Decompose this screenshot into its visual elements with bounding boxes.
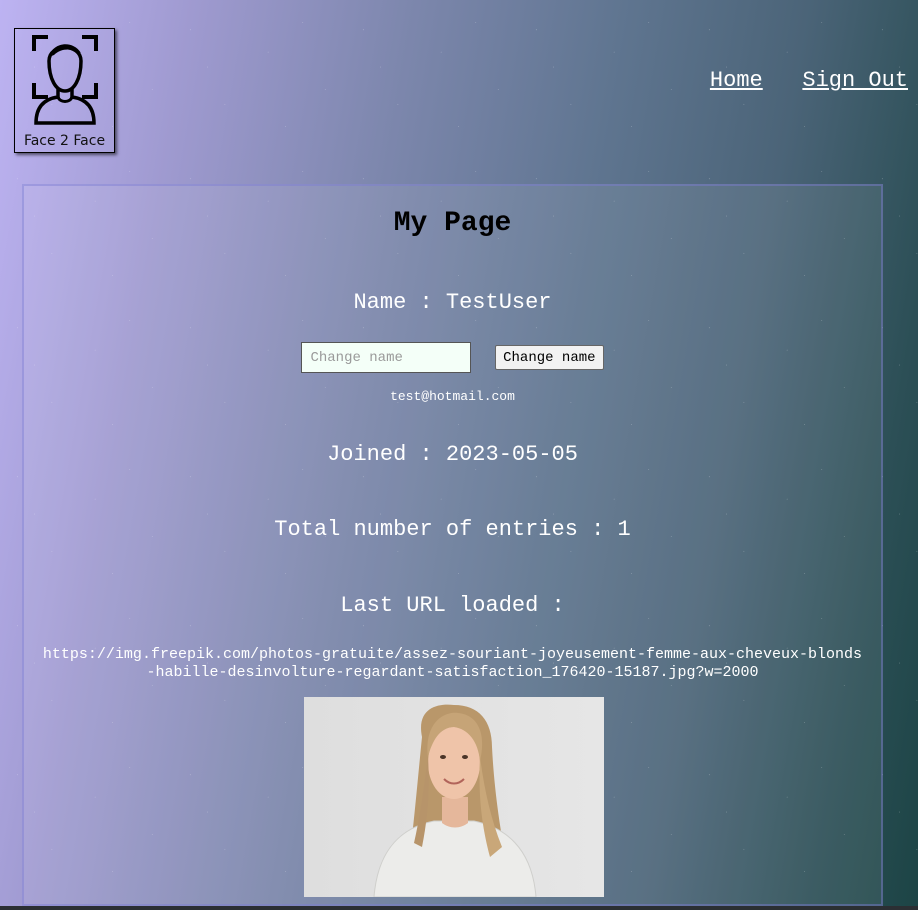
page-title: My Page xyxy=(393,208,512,239)
nav-sign-out-link[interactable]: Sign Out xyxy=(802,68,908,93)
logo-text: Face 2 Face xyxy=(23,133,106,149)
user-name: Name : TestUser xyxy=(353,290,552,315)
portrait-photo xyxy=(304,697,604,897)
top-nav: Home Sign Out xyxy=(680,68,908,93)
portrait-illustration xyxy=(304,697,604,897)
change-name-input[interactable] xyxy=(301,342,472,373)
window-bottom-border xyxy=(0,906,918,910)
app-logo[interactable]: Face 2 Face xyxy=(14,28,115,153)
nav-home-link[interactable]: Home xyxy=(710,68,763,93)
face-scan-icon xyxy=(31,35,98,125)
user-email: test@hotmail.com xyxy=(390,389,515,404)
change-name-button[interactable]: Change name xyxy=(495,345,604,370)
last-url-value: https://img.freepik.com/photos-gratuite/… xyxy=(42,646,863,681)
joined-date: Joined : 2023-05-05 xyxy=(327,442,578,467)
last-url-label: Last URL loaded : xyxy=(340,593,565,618)
entries-count: Total number of entries : 1 xyxy=(274,517,631,542)
change-name-row: Change name xyxy=(24,342,881,373)
profile-card: My Page Name : TestUser Change name test… xyxy=(22,184,883,906)
